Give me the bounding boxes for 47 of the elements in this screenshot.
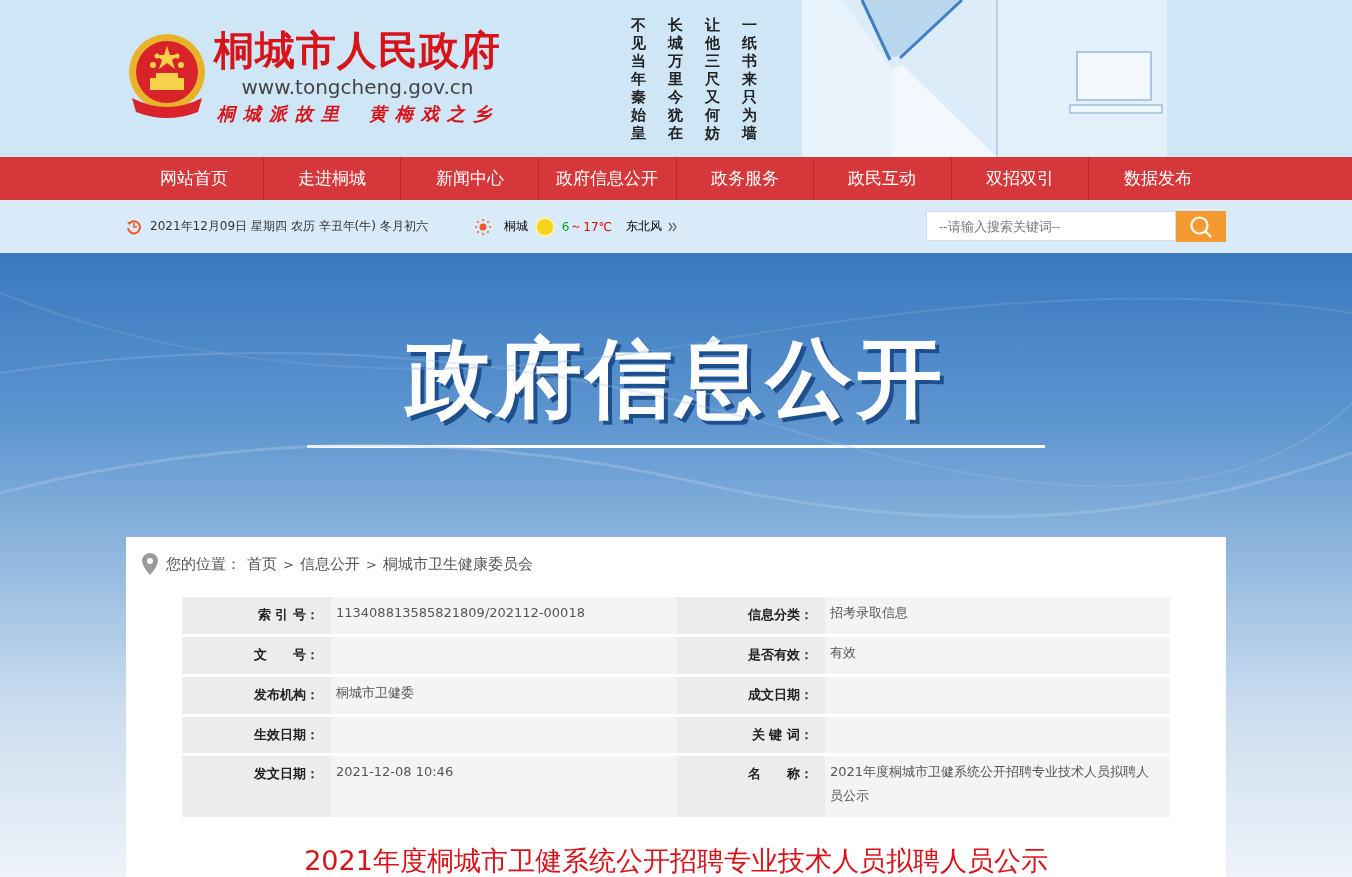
field-value: 桐城市卫健委 <box>331 677 677 714</box>
temperature-high: 17℃ <box>583 219 613 234</box>
temperature-separator: ～ <box>570 218 583 235</box>
field-value: 有效 <box>825 637 1170 674</box>
poem-line: 长城万里今犹在 <box>668 16 683 142</box>
double-chevron-icon[interactable] <box>668 221 679 232</box>
field-label: 信息分类： <box>677 597 825 634</box>
location-pin-icon <box>142 553 158 575</box>
slogan: 黄梅戏之乡 <box>368 102 499 126</box>
breadcrumb-link[interactable]: 桐城市卫生健康委员会 <box>382 554 533 574</box>
breadcrumb-separator: > <box>283 556 294 572</box>
slogan: 桐城派故里 <box>216 102 347 126</box>
banner-title: 政府信息公开 <box>406 329 946 428</box>
site-title: 桐城市人民政府 <box>214 27 501 74</box>
poem-line: 让他三尺又何妨 <box>705 16 720 142</box>
field-value: 2021-12-08 10:46 <box>331 756 677 817</box>
field-label: 文 号： <box>182 637 331 674</box>
field-label: 关 键 词： <box>677 717 825 753</box>
article-title: 2021年度桐城市卫健系统公开招聘专业技术人员拟聘人员公示 <box>303 844 1049 877</box>
breadcrumb-link[interactable]: 信息公开 <box>299 554 360 574</box>
search-icon <box>1189 214 1213 239</box>
breadcrumb-separator: > <box>365 556 377 572</box>
emblem-icon <box>126 32 208 120</box>
field-label: 发文日期： <box>182 756 331 817</box>
breadcrumb-label: 您的位置： <box>166 554 241 574</box>
poem-line: 不见当年秦始皇 <box>631 16 646 142</box>
field-value: 招考录取信息 <box>825 597 1170 634</box>
field-value: 113408813585821809/202112-00018 <box>331 597 677 634</box>
site-url: www.tongcheng.gov.cn <box>241 74 474 100</box>
field-label: 生效日期： <box>182 717 331 753</box>
clock-icon <box>126 218 142 235</box>
field-label: 名 称： <box>677 756 825 817</box>
field-label: 成文日期： <box>677 677 825 714</box>
field-value: 2021年度桐城市卫健系统公开招聘专业技术人员拟聘人员公示 <box>825 756 1170 817</box>
field-label: 索 引 号： <box>182 597 331 634</box>
poem-line: 一纸书来只为墙 <box>742 16 757 142</box>
field-label: 是否有效： <box>677 637 825 674</box>
breadcrumb-link[interactable]: 首页 <box>247 554 277 574</box>
sun-icon <box>473 217 492 236</box>
search-field[interactable]: --请输入搜索关键词-- <box>926 211 1176 241</box>
wind-text: 东北风 <box>626 218 663 235</box>
nav-item[interactable]: 数据发布 <box>1089 157 1226 200</box>
sun-icon <box>533 215 556 238</box>
field-label: 发布机构： <box>182 677 331 714</box>
weather-city: 桐城 <box>503 218 528 235</box>
date-text: 2021年12月09日 星期四 农历 辛丑年(牛) 冬月初六 <box>150 218 428 235</box>
temperature-low: 6 <box>561 219 570 234</box>
